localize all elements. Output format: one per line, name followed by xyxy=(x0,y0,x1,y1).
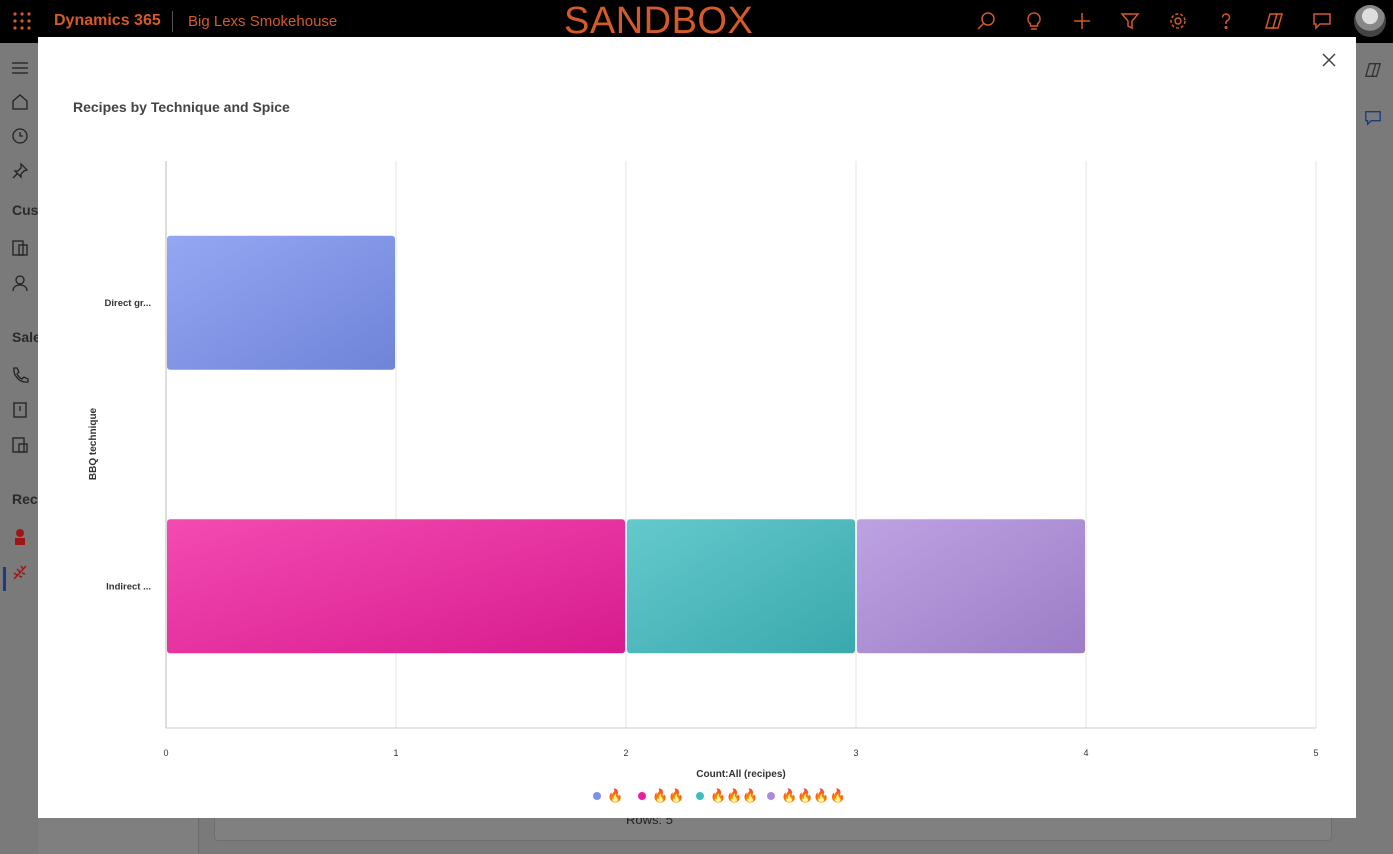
recent-icon[interactable] xyxy=(11,127,29,145)
legend-label: 🔥🔥🔥 xyxy=(710,788,759,803)
x-tick-label: 2 xyxy=(623,748,628,758)
x-axis-label: Count:All (recipes) xyxy=(696,769,785,780)
lightbulb-icon[interactable] xyxy=(1024,11,1044,31)
x-tick-label: 4 xyxy=(1083,748,1088,758)
copilot-rail-icon[interactable] xyxy=(1364,61,1382,79)
user-avatar[interactable] xyxy=(1354,5,1386,37)
chat-rail-icon[interactable] xyxy=(1364,109,1382,127)
chart-legend: 🔥 🔥🔥 🔥🔥🔥 🔥🔥🔥🔥 xyxy=(38,786,1393,806)
quotes-icon[interactable] xyxy=(11,436,29,454)
chef-icon[interactable] xyxy=(11,528,29,546)
background-grid-card xyxy=(214,818,1332,841)
help-icon[interactable] xyxy=(1216,11,1236,31)
settings-icon[interactable] xyxy=(1168,11,1188,31)
contacts-icon[interactable] xyxy=(11,274,29,292)
accounts-icon[interactable] xyxy=(11,239,29,257)
copilot-icon[interactable] xyxy=(1264,11,1284,31)
home-icon[interactable] xyxy=(11,93,29,111)
search-icon[interactable] xyxy=(976,11,996,31)
header-divider xyxy=(172,11,173,32)
phone-icon[interactable] xyxy=(11,366,29,384)
x-tick-label: 5 xyxy=(1313,748,1318,758)
legend-swatch xyxy=(638,792,646,800)
legend-item[interactable]: 🔥 xyxy=(593,786,623,806)
bar-segment[interactable] xyxy=(167,519,625,654)
y-category-label: Direct gr... xyxy=(105,298,151,309)
x-tick-label: 3 xyxy=(853,748,858,758)
grain-icon[interactable] xyxy=(11,563,29,581)
legend-item[interactable]: 🔥🔥🔥🔥 xyxy=(767,786,846,806)
filter-icon[interactable] xyxy=(1120,11,1140,31)
left-navigation: Cust Sale Reci xyxy=(0,43,43,854)
legend-item[interactable]: 🔥🔥 xyxy=(638,786,684,806)
legend-label: 🔥 xyxy=(607,788,624,803)
app-name[interactable]: Big Lexs Smokehouse xyxy=(188,13,337,30)
hamburger-menu-icon[interactable] xyxy=(11,59,29,77)
legend-label: 🔥🔥 xyxy=(652,788,685,803)
x-tick-label: 0 xyxy=(163,748,168,758)
bar-segment[interactable] xyxy=(857,519,1085,654)
leads-icon[interactable] xyxy=(11,401,29,419)
legend-label: 🔥🔥🔥🔥 xyxy=(781,788,846,803)
x-tick-label: 1 xyxy=(393,748,398,758)
bar-segment[interactable] xyxy=(167,235,395,370)
brand-name[interactable]: Dynamics 365 xyxy=(54,12,161,30)
nav-section-sales: Sale xyxy=(12,329,41,345)
nav-selection-indicator xyxy=(3,567,6,591)
legend-swatch xyxy=(767,792,775,800)
legend-swatch xyxy=(593,792,601,800)
chart-dialog: Recipes by Technique and Spice 012345 Di… xyxy=(38,37,1356,818)
pinned-icon[interactable] xyxy=(11,162,29,180)
chart-plot: 0 1 2 3 4 5 Direct gr... Indirect ... BBQ tech… xyxy=(88,161,1319,780)
chat-icon[interactable] xyxy=(1312,11,1332,31)
app-launcher-icon[interactable] xyxy=(13,12,31,30)
bar-segment[interactable] xyxy=(627,519,855,654)
legend-item[interactable]: 🔥🔥🔥 xyxy=(696,786,759,806)
y-category-label: Indirect ... xyxy=(106,581,151,592)
legend-swatch xyxy=(696,792,704,800)
right-side-rail xyxy=(1356,43,1393,854)
y-axis-label: BBQ technique xyxy=(88,407,99,480)
plus-icon[interactable] xyxy=(1072,11,1092,31)
